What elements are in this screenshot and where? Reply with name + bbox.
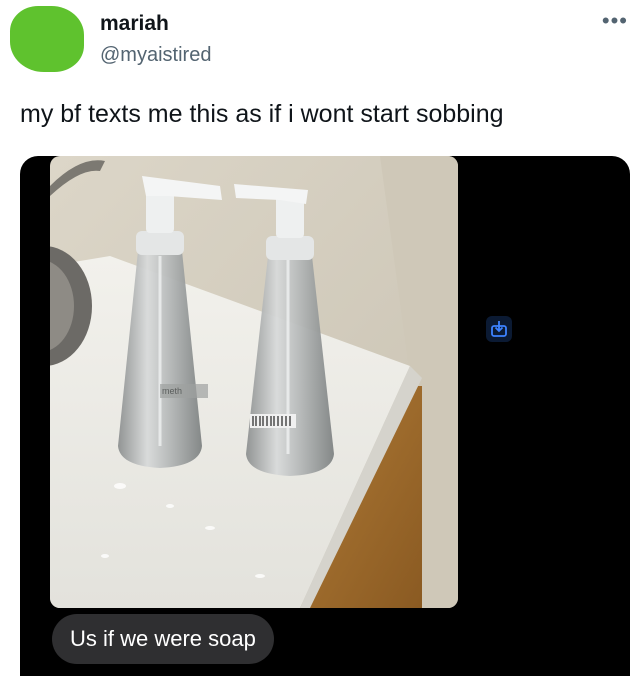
tweet-text: my bf texts me this as if i wont start s… — [20, 100, 504, 128]
bottle-label-text: meth — [162, 386, 182, 396]
author-name[interactable]: mariah — [100, 12, 169, 36]
soap-bottles-photo[interactable]: meth — [50, 156, 458, 608]
author-handle[interactable]: @myaistired — [100, 44, 211, 67]
tweet-media[interactable]: meth Us if we were soap — [20, 156, 630, 676]
more-options-icon[interactable]: ••• — [602, 10, 628, 32]
avatar[interactable] — [10, 6, 84, 72]
save-image-button[interactable] — [486, 316, 512, 342]
message-bubble: Us if we were soap — [52, 614, 274, 664]
download-icon — [491, 321, 507, 337]
